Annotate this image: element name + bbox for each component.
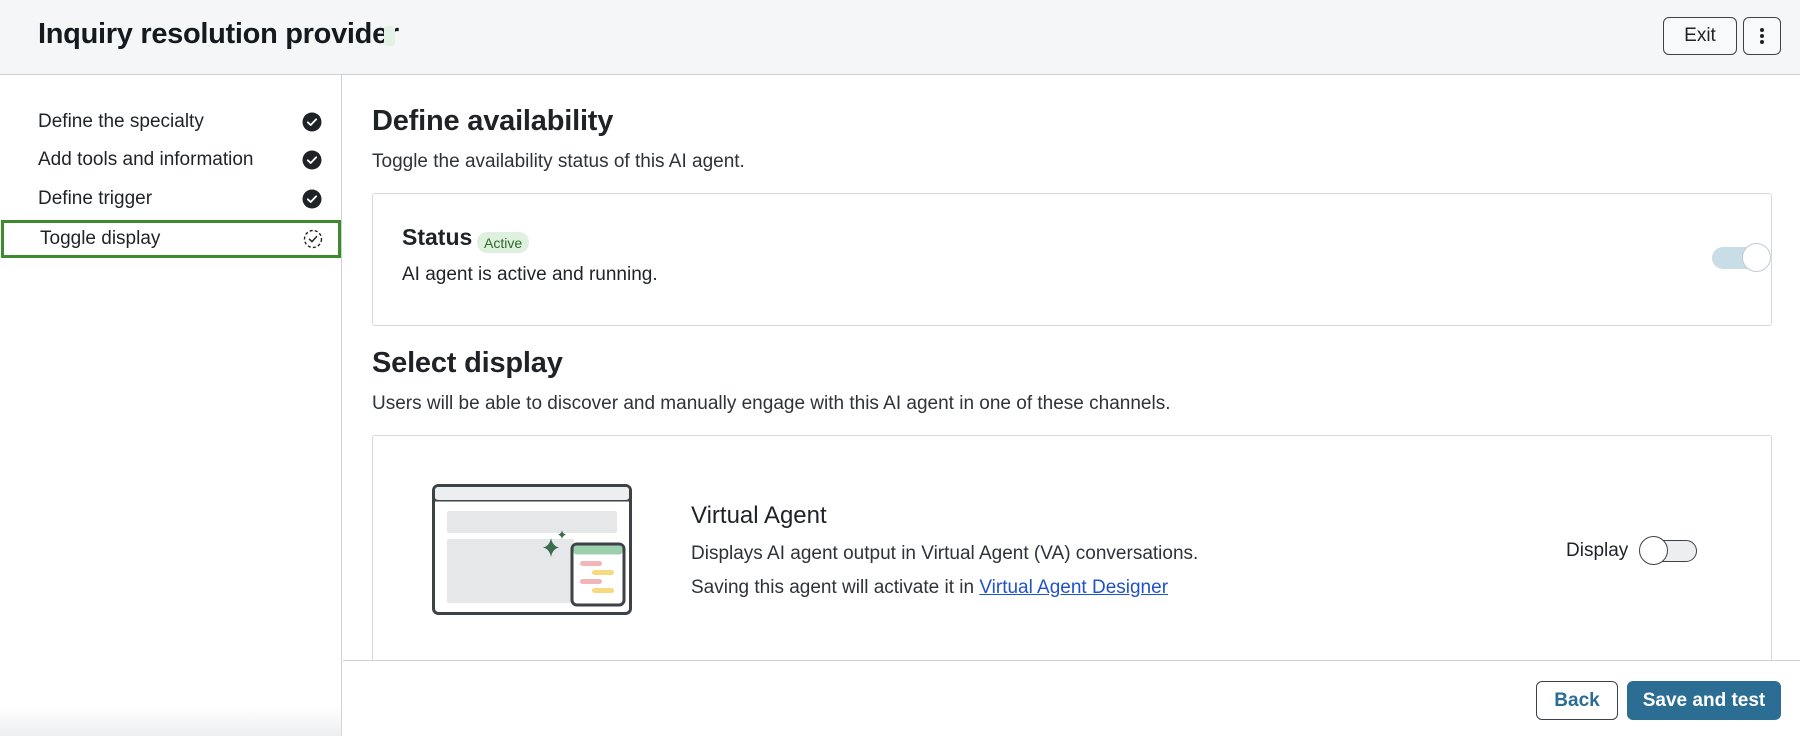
steps-sidebar: Define the specialty Add tools and infor… — [0, 75, 342, 736]
save-note-text: Saving this agent will activate it in — [691, 577, 980, 598]
availability-description: Toggle the availability status of this A… — [372, 151, 745, 172]
sidebar-bottom-shadow — [0, 706, 342, 736]
sidebar-step-toggle-display[interactable]: Toggle display — [1, 220, 341, 258]
sidebar-step-add-tools[interactable]: Add tools and information — [0, 141, 342, 179]
title-status-indicator — [384, 26, 395, 46]
sidebar-step-define-specialty[interactable]: Define the specialty — [0, 103, 342, 141]
sidebar-step-define-trigger[interactable]: Define trigger — [0, 180, 342, 218]
select-display-description: Users will be able to discover and manua… — [372, 393, 1171, 414]
status-description: AI agent is active and running. — [402, 264, 658, 285]
back-button[interactable]: Back — [1536, 681, 1618, 720]
virtual-agent-save-note: Saving this agent will activate it in Vi… — [691, 577, 1168, 599]
check-circle-icon — [302, 112, 322, 132]
availability-heading: Define availability — [372, 105, 614, 137]
status-card: Status Active AI agent is active and run… — [372, 193, 1772, 326]
step-label: Define the specialty — [38, 111, 204, 132]
toggle-knob — [1639, 536, 1668, 565]
virtual-agent-card: Virtual Agent Displays AI agent output i… — [372, 435, 1772, 675]
status-badge: Active — [477, 232, 530, 253]
exit-button[interactable]: Exit — [1663, 17, 1737, 55]
save-and-test-button[interactable]: Save and test — [1627, 681, 1781, 720]
more-vertical-icon — [1760, 28, 1764, 44]
display-toggle[interactable] — [1639, 536, 1697, 565]
availability-toggle[interactable] — [1712, 243, 1771, 272]
footer-bar: Back Save and test — [343, 660, 1800, 736]
display-toggle-label: Display — [1566, 540, 1629, 561]
toggle-knob — [1742, 243, 1771, 272]
virtual-agent-description: Displays AI agent output in Virtual Agen… — [691, 543, 1199, 564]
more-options-button[interactable] — [1743, 17, 1781, 55]
step-label: Define trigger — [38, 188, 153, 209]
header-bar: Inquiry resolution provider Exit — [0, 0, 1800, 75]
status-title: Status — [402, 224, 473, 250]
check-circle-icon — [302, 150, 322, 170]
virtual-agent-title: Virtual Agent — [691, 502, 827, 529]
select-display-heading: Select display — [372, 347, 563, 379]
step-label: Toggle display — [40, 228, 161, 249]
virtual-agent-designer-link[interactable]: Virtual Agent Designer — [979, 577, 1168, 598]
in-progress-circle-icon — [303, 229, 323, 249]
virtual-agent-illustration — [432, 484, 632, 615]
check-circle-icon — [302, 189, 322, 209]
step-label: Add tools and information — [38, 149, 254, 170]
page-title: Inquiry resolution provider — [38, 18, 399, 50]
main-content: Define availability Toggle the availabil… — [343, 75, 1800, 675]
